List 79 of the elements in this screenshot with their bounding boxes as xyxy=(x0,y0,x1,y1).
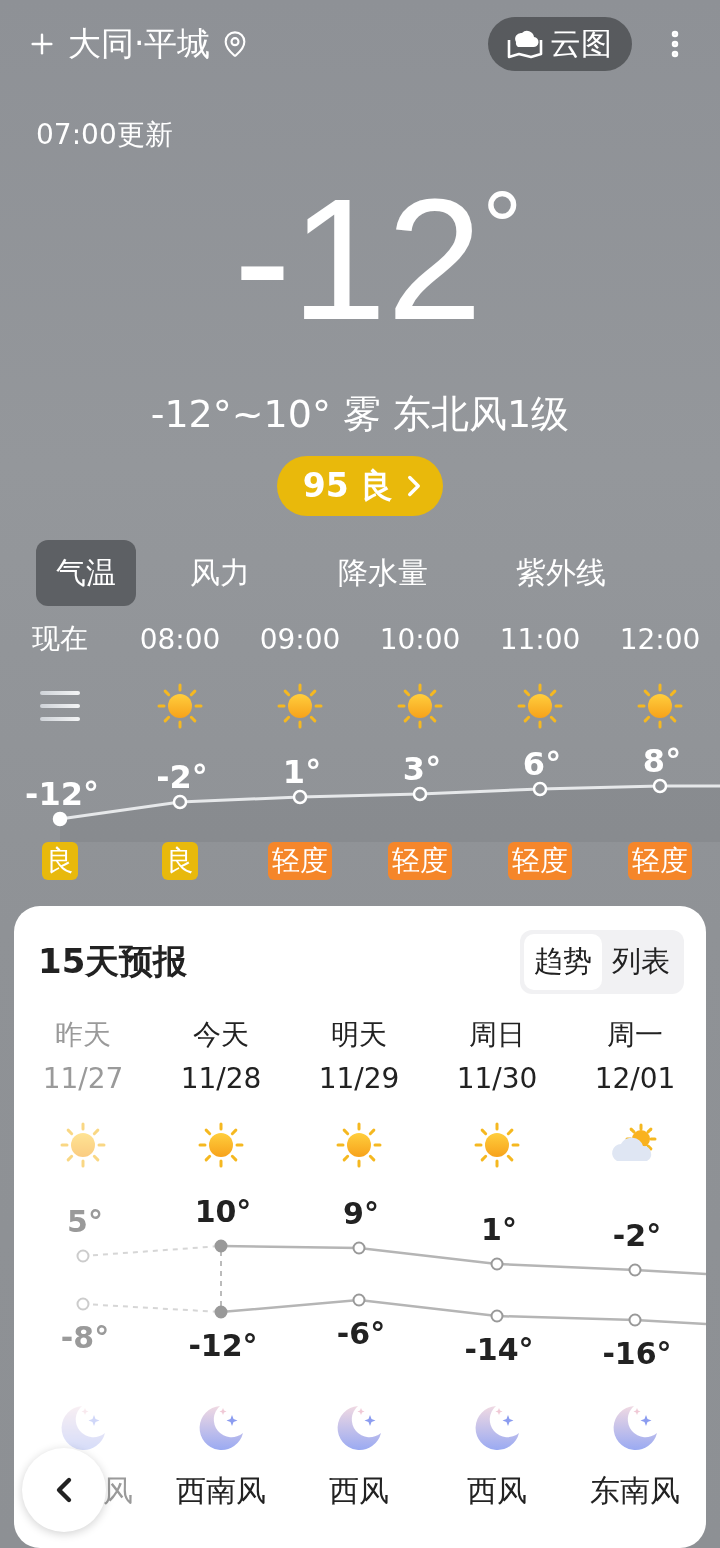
view-option[interactable]: 列表 xyxy=(602,934,680,990)
air-quality-tag: 轻度 xyxy=(628,842,692,880)
air-quality-tag: 良 xyxy=(42,842,78,880)
chart-point xyxy=(352,1241,366,1255)
temperature-label: 8° xyxy=(642,744,682,780)
high-temperature: 1° xyxy=(481,1212,517,1247)
chart-point xyxy=(412,786,428,802)
low-temperature: -14° xyxy=(464,1332,534,1367)
sun-icon xyxy=(335,1121,383,1169)
chart-point xyxy=(214,1239,228,1253)
chart-point xyxy=(628,1313,642,1327)
chart-point xyxy=(172,794,188,810)
view-option[interactable]: 趋势 xyxy=(524,934,602,990)
chart-point xyxy=(214,1305,228,1319)
chart-point xyxy=(352,1293,366,1307)
air-quality-tag: 轻度 xyxy=(388,842,452,880)
day-name: 今天 xyxy=(193,1017,249,1053)
high-temperature: -2° xyxy=(612,1218,662,1253)
temperature-label: 1° xyxy=(282,753,322,791)
sun-icon xyxy=(156,682,204,730)
chart-point xyxy=(76,1249,90,1263)
wind-direction: 西风 xyxy=(467,1472,527,1510)
sun-icon xyxy=(473,1121,521,1169)
sun-icon xyxy=(516,682,564,730)
air-quality-tag: 良 xyxy=(162,842,198,880)
day-date: 12/01 xyxy=(594,1062,676,1095)
hour-label: 08:00 xyxy=(139,621,221,656)
day-name: 昨天 xyxy=(55,1017,111,1053)
sun-icon xyxy=(276,682,324,730)
cloud-map-button[interactable]: 云图 xyxy=(488,17,632,71)
hour-label: 11:00 xyxy=(499,621,581,656)
high-temperature: 9° xyxy=(343,1196,379,1231)
wind-direction: 风 xyxy=(103,1472,133,1510)
chart-point xyxy=(628,1263,642,1277)
hour-label: 10:00 xyxy=(379,621,461,656)
list-icon[interactable] xyxy=(39,688,81,724)
weather-summary: -12°~10° 雾 东北风1级 xyxy=(150,391,570,438)
hour-label: 12:00 xyxy=(619,621,701,656)
sun-icon xyxy=(59,1121,107,1169)
hour-label: 现在 xyxy=(32,621,88,657)
temperature-label: 6° xyxy=(522,745,562,783)
chart-point xyxy=(76,1297,90,1311)
low-temperature: -12° xyxy=(188,1328,258,1363)
temperature-label: -12° xyxy=(25,775,99,813)
sun-icon xyxy=(396,682,444,730)
wind-direction: 西南风 xyxy=(176,1472,266,1510)
low-temperature: -8° xyxy=(60,1320,110,1355)
high-temperature: 5° xyxy=(67,1204,103,1239)
location-name: 大同·平城 xyxy=(68,22,211,65)
card-title: 15天预报 xyxy=(38,940,188,983)
wind-direction: 东南风 xyxy=(590,1472,680,1510)
chart-point xyxy=(532,781,548,797)
chart-point xyxy=(490,1309,504,1323)
day-date: 11/28 xyxy=(180,1062,262,1095)
temperature-label: 3° xyxy=(402,750,442,788)
chart-tab[interactable]: 气温 xyxy=(36,540,136,606)
air-quality-tag: 轻度 xyxy=(508,842,572,880)
current-temperature: -12$^{°}$ xyxy=(233,184,523,357)
cloud-map-icon xyxy=(506,28,544,60)
low-temperature: -16° xyxy=(602,1336,672,1371)
low-temperature: -6° xyxy=(336,1316,386,1351)
day-name: 周日 xyxy=(469,1017,525,1053)
temperature-label: -2° xyxy=(156,758,208,796)
day-date: 11/29 xyxy=(318,1062,400,1095)
sun-icon xyxy=(636,682,684,730)
wind-direction: 西风 xyxy=(329,1472,389,1510)
chart-point xyxy=(52,811,68,827)
day-date: 11/27 xyxy=(42,1062,124,1095)
chart-point xyxy=(292,789,308,805)
chart-point xyxy=(490,1257,504,1271)
hour-label: 09:00 xyxy=(259,621,341,656)
day-name: 周一 xyxy=(607,1017,663,1053)
day-date: 11/30 xyxy=(456,1062,538,1095)
update-time: 07:00更新 xyxy=(36,117,174,153)
sun-icon xyxy=(197,1121,245,1169)
air-quality-tag: 轻度 xyxy=(268,842,332,880)
day-name: 明天 xyxy=(331,1017,387,1053)
chart-point xyxy=(652,778,668,794)
high-temperature: 10° xyxy=(194,1194,252,1229)
